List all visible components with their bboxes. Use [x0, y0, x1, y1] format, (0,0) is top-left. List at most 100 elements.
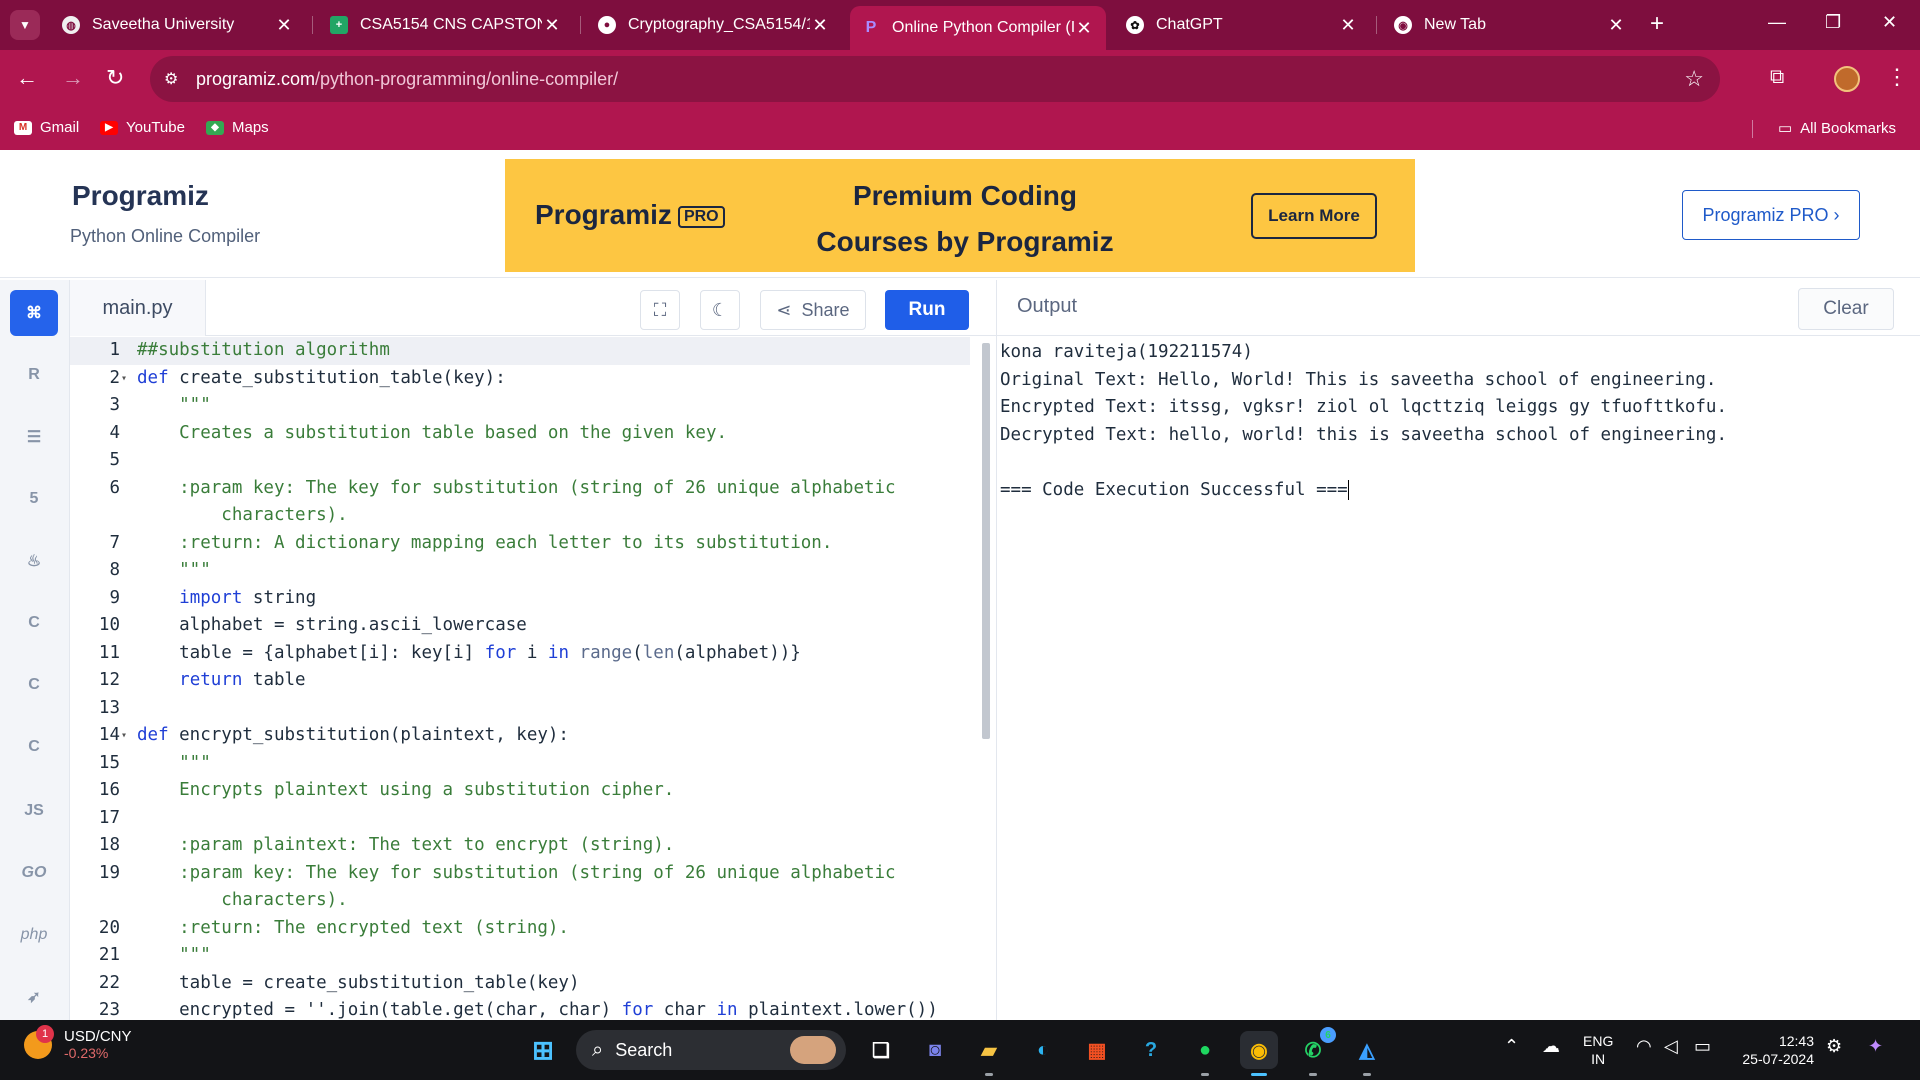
settings-gear-icon[interactable]: ⚙	[1826, 1036, 1842, 1057]
window-close-icon[interactable]: ✕	[1882, 12, 1897, 33]
all-bookmarks-button[interactable]: ▭ All Bookmarks	[1778, 119, 1896, 138]
code-line[interactable]: 12 return table	[70, 667, 970, 695]
dark-mode-button[interactable]: ☾	[700, 290, 740, 330]
restore-icon[interactable]: ❐	[1825, 12, 1841, 33]
code-line[interactable]: 1 ##substitution algorithm	[70, 337, 970, 365]
code-line[interactable]: 3 """	[70, 392, 970, 420]
tray-overflow-icon[interactable]: ⌃	[1504, 1036, 1519, 1057]
lang-csharp[interactable]: C	[10, 724, 58, 770]
extensions-icon[interactable]: ⧉	[1770, 66, 1784, 89]
edge-icon[interactable]: ◐	[1024, 1031, 1062, 1069]
bookmark-star-icon[interactable]: ☆	[1684, 66, 1704, 92]
back-arrow-icon[interactable]: ←	[16, 66, 38, 90]
help-icon[interactable]: ?	[1132, 1031, 1170, 1069]
minimize-icon[interactable]: —	[1768, 12, 1786, 33]
lang-cpp[interactable]: C	[10, 662, 58, 708]
url-text[interactable]: programiz.com/python-programming/online-…	[196, 69, 618, 90]
fold-arrow-icon[interactable]: ▾	[121, 365, 133, 393]
tab-chatgpt[interactable]: ✿ ChatGPT ✕	[1114, 8, 1370, 42]
lang-c[interactable]: C	[10, 600, 58, 646]
close-icon[interactable]: ✕	[542, 15, 562, 36]
lang-html[interactable]: 5	[10, 476, 58, 522]
code-line[interactable]: characters).	[70, 887, 970, 915]
code-line[interactable]: 7 :return: A dictionary mapping each let…	[70, 530, 970, 558]
market-widget[interactable]: 1 USD/CNY -0.23%	[24, 1024, 132, 1061]
spotify-icon[interactable]: ●	[1186, 1031, 1224, 1076]
site-info-icon[interactable]: ⚙	[164, 69, 178, 89]
code-editor[interactable]: 1 ##substitution algorithm 2 ▾ def create_su…	[70, 337, 996, 1020]
tab-github[interactable]: ● Cryptography_CSA5154/14 ✕	[586, 8, 842, 42]
pro-ad-banner[interactable]: Programiz PRO Premium Coding Courses by P…	[505, 159, 1415, 272]
lang-go[interactable]: GO	[10, 850, 58, 896]
lang-java[interactable]: ♨	[10, 538, 58, 584]
tab-search-button[interactable]: ▼	[10, 10, 40, 40]
file-explorer-icon[interactable]: ▰	[970, 1031, 1008, 1076]
lang-javascript[interactable]: JS	[10, 788, 58, 834]
code-line[interactable]: 23 encrypted = ''.join(table.get(char, c…	[70, 997, 970, 1020]
address-bar[interactable]: ⚙ programiz.com/python-programming/onlin…	[150, 56, 1720, 102]
task-view-icon[interactable]: ❑	[862, 1031, 900, 1069]
output-console[interactable]: kona raviteja(192211574) Original Text: …	[1000, 339, 1910, 504]
file-tab-main-py[interactable]: main.py	[70, 280, 206, 336]
input-language-indicator[interactable]: ENG IN	[1583, 1032, 1613, 1068]
bookmark-youtube[interactable]: ▶ YouTube	[100, 119, 185, 136]
lang-r[interactable]: R	[10, 352, 58, 398]
code-line[interactable]: 8 """	[70, 557, 970, 585]
code-line[interactable]: 11 table = {alphabet[i]: key[i] for i in…	[70, 640, 970, 668]
bookmark-gmail[interactable]: M Gmail	[14, 119, 79, 136]
close-icon[interactable]: ✕	[810, 15, 830, 36]
speaker-muted-icon[interactable]: ◁	[1664, 1036, 1678, 1057]
microsoft-store-icon[interactable]: ▦	[1078, 1031, 1116, 1069]
code-line[interactable]: 18 :param plaintext: The text to encrypt…	[70, 832, 970, 860]
code-line[interactable]: 9 import string	[70, 585, 970, 613]
windows-start-icon[interactable]: ⊞	[524, 1031, 562, 1069]
profile-avatar[interactable]	[1834, 66, 1860, 92]
tab-capstone-sheet[interactable]: + CSA5154 CNS CAPSTONE P ✕	[318, 8, 574, 42]
fold-arrow-icon[interactable]: ▾	[121, 722, 133, 750]
code-line[interactable]: 5	[70, 447, 970, 475]
fullscreen-button[interactable]: ⛶	[640, 290, 680, 330]
code-line[interactable]: 15 """	[70, 750, 970, 778]
chrome-taskbar-icon[interactable]: ◉	[1240, 1031, 1278, 1076]
programiz-pro-button[interactable]: Programiz PRO ›	[1682, 190, 1860, 240]
bookmark-maps[interactable]: ◆ Maps	[206, 119, 269, 136]
learn-more-button[interactable]: Learn More	[1251, 193, 1377, 239]
tab-online-python-compiler[interactable]: P Online Python Compiler (In ✕	[850, 6, 1106, 50]
close-icon[interactable]: ✕	[1074, 18, 1094, 39]
share-button[interactable]: ⋖ Share	[760, 290, 866, 330]
clear-button[interactable]: Clear	[1798, 288, 1894, 330]
code-line[interactable]: 16 Encrypts plaintext using a substituti…	[70, 777, 970, 805]
code-line[interactable]: 6 :param key: The key for substitution (…	[70, 475, 970, 503]
code-line[interactable]: 19 :param key: The key for substitution …	[70, 860, 970, 888]
close-icon[interactable]: ✕	[1338, 15, 1358, 36]
code-line[interactable]: 20 :return: The encrypted text (string).	[70, 915, 970, 943]
browser-menu-icon[interactable]: ⋮	[1886, 64, 1908, 90]
system-clock[interactable]: 12:43 25-07-2024	[1738, 1032, 1814, 1068]
tab-new-tab[interactable]: ◉ New Tab ✕	[1382, 8, 1638, 42]
code-line[interactable]: 17	[70, 805, 970, 833]
code-line[interactable]: 2 ▾ def create_substitution_table(key):	[70, 365, 970, 393]
code-line[interactable]: characters).	[70, 502, 970, 530]
lang-php[interactable]: php	[10, 912, 58, 958]
code-line[interactable]: 14 ▾ def encrypt_substitution(plaintext, k…	[70, 722, 970, 750]
new-tab-plus-icon[interactable]: +	[1650, 12, 1664, 36]
wifi-icon[interactable]: ◠	[1636, 1036, 1652, 1057]
code-line[interactable]: 21 """	[70, 942, 970, 970]
code-line[interactable]: 10 alphabet = string.ascii_lowercase	[70, 612, 970, 640]
onedrive-icon[interactable]: ☁	[1542, 1036, 1560, 1057]
copilot-icon[interactable]: ✦	[1868, 1036, 1883, 1057]
run-button[interactable]: Run	[885, 290, 969, 330]
pane-divider[interactable]	[996, 280, 997, 1020]
close-icon[interactable]: ✕	[274, 15, 294, 36]
teams-icon[interactable]: ◙	[916, 1031, 954, 1069]
whatsapp-icon[interactable]: ✆ 6	[1294, 1027, 1336, 1076]
code-line[interactable]: 13	[70, 695, 970, 723]
code-line[interactable]: 22 table = create_substitution_table(key…	[70, 970, 970, 998]
programiz-logo[interactable]: Programiz	[72, 180, 209, 212]
reload-icon[interactable]: ↻	[106, 66, 124, 90]
editor-scrollbar[interactable]	[982, 343, 990, 739]
code-line[interactable]: 4 Creates a substitution table based on …	[70, 420, 970, 448]
forward-arrow-icon[interactable]: →	[62, 66, 84, 90]
lang-sql[interactable]: ☰	[10, 414, 58, 460]
lang-swift[interactable]: ➶	[10, 974, 58, 1020]
